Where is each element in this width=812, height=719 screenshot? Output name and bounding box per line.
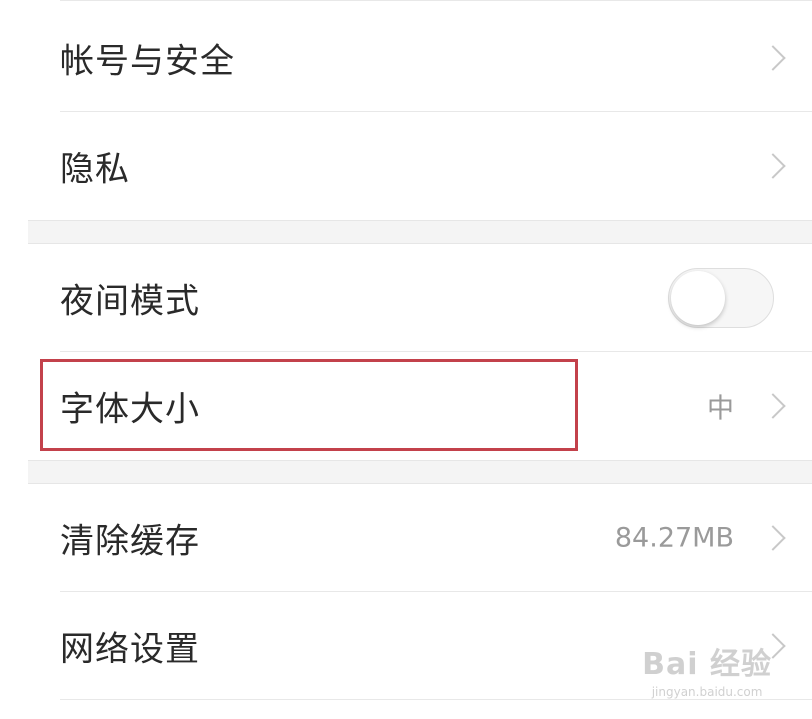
chevron-right-icon <box>760 153 786 179</box>
settings-item-label: 清除缓存 <box>60 521 200 562</box>
settings-item-clear-cache[interactable]: 清除缓存 84.27MB <box>28 484 812 592</box>
cache-size-value: 84.27MB <box>614 522 734 554</box>
section-separator <box>28 460 812 484</box>
chevron-right-icon <box>760 45 786 71</box>
settings-item-night-mode: 夜间模式 <box>28 244 812 352</box>
chevron-right-icon <box>760 525 786 551</box>
watermark-logo: Bai 经验 <box>642 647 772 682</box>
settings-item-label: 帐号与安全 <box>60 41 235 82</box>
settings-item-account-security[interactable]: 帐号与安全 <box>28 4 812 112</box>
chevron-right-icon <box>760 393 786 419</box>
section-separator <box>28 220 812 244</box>
font-size-value: 中 <box>707 393 734 425</box>
settings-item-label: 隐私 <box>60 149 130 190</box>
divider <box>60 699 812 700</box>
toggle-knob <box>671 271 725 325</box>
settings-item-font-size[interactable]: 字体大小 中 <box>28 352 812 460</box>
watermark-url: jingyan.baidu.com <box>651 685 763 699</box>
divider <box>60 0 812 1</box>
settings-page: 帐号与安全 隐私 夜间模式 字体大小 中 清除缓存 84.27MB 网络设置 B <box>0 0 812 719</box>
night-mode-toggle[interactable] <box>668 268 774 328</box>
settings-item-privacy[interactable]: 隐私 <box>28 112 812 220</box>
settings-item-label: 字体大小 <box>60 389 200 430</box>
watermark: Bai 经验 jingyan.baidu.com <box>642 639 772 699</box>
settings-item-label: 夜间模式 <box>60 281 200 322</box>
settings-item-label: 网络设置 <box>60 629 200 670</box>
